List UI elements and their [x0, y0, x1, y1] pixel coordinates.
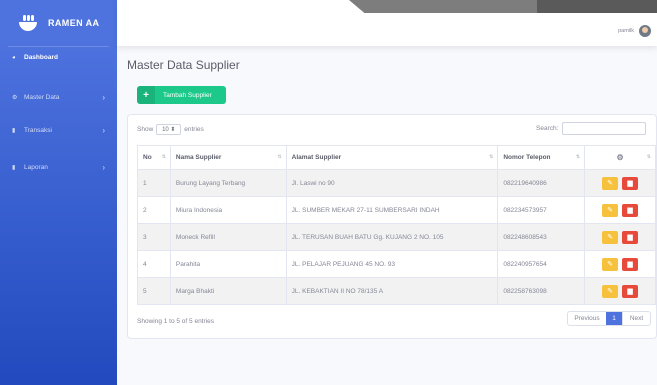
avatar: [639, 25, 651, 37]
user-name: pamilk: [618, 28, 634, 34]
cell-no: 5: [137, 277, 171, 305]
edit-icon: ✎: [607, 288, 613, 295]
table-row: 5 Marga Bhakti JL. KEBAKTIAN II NO 78/13…: [137, 277, 656, 305]
table-info: Showing 1 to 5 of 5 entries: [137, 318, 214, 325]
edit-button[interactable]: ✎: [602, 257, 619, 271]
column-header-nama[interactable]: Nama Supplier ⇅: [169, 145, 287, 170]
cell-nama: Miura Indonesia: [169, 196, 287, 224]
edit-icon: ✎: [607, 261, 613, 268]
cell-alamat: Jl. Laswi no 90: [285, 169, 499, 197]
trash-icon: ▆: [627, 261, 633, 268]
chart-icon: ▮: [12, 128, 16, 134]
delete-button[interactable]: ▆: [622, 284, 639, 298]
column-header-telepon[interactable]: Nomor Telepon ⇅: [497, 145, 586, 170]
cell-actions: ✎ ▆: [584, 250, 656, 278]
cell-telepon: 082240957654: [497, 250, 586, 278]
cell-telepon: 082248608543: [497, 223, 586, 251]
cell-nama: Parahita: [169, 250, 287, 278]
trash-icon: ▆: [627, 207, 633, 214]
cell-nama: Marga Bhakti: [169, 277, 287, 305]
delete-button[interactable]: ▆: [622, 257, 639, 271]
topbar: pamilk: [117, 0, 657, 46]
dashboard-icon: ◕: [12, 54, 16, 61]
edit-button[interactable]: ✎: [602, 176, 619, 190]
gears-icon: ⚙: [616, 153, 624, 162]
cell-telepon: 082258763098: [497, 277, 586, 305]
sidebar-item-transaksi[interactable]: ▮ Transaksi ›: [0, 126, 117, 135]
cell-alamat: JL. TERUSAN BUAH BATU Gg. KUJANG 2 NO. 1…: [285, 223, 499, 251]
pagination: Previous 1 Next: [567, 311, 651, 326]
show-label: Show: [137, 126, 154, 133]
cell-no: 4: [137, 250, 171, 278]
plus-icon: +: [137, 86, 155, 104]
chart-icon: ▮: [12, 165, 16, 171]
next-page-button[interactable]: Next: [622, 312, 650, 325]
sidebar-item-laporan[interactable]: ▮ Laporan ›: [0, 163, 117, 172]
column-header-actions[interactable]: ⚙ ⇅: [584, 145, 656, 170]
gear-icon: ⚙: [12, 95, 18, 101]
trash-icon: ▆: [627, 288, 633, 295]
trash-icon: ▆: [627, 234, 633, 241]
edit-button[interactable]: ✎: [602, 203, 619, 217]
cell-nama: Burung Layang Terbang: [169, 169, 287, 197]
edit-icon: ✎: [607, 207, 613, 214]
edit-button[interactable]: ✎: [602, 230, 619, 244]
chevron-right-icon: ›: [102, 93, 105, 102]
brand[interactable]: RAMEN AA: [0, 0, 117, 46]
column-header-no[interactable]: No ⇅: [137, 145, 171, 170]
search-input[interactable]: [562, 122, 647, 135]
sidebar-item-label: Laporan: [24, 164, 48, 171]
entries-label: entries: [184, 126, 204, 133]
column-header-alamat[interactable]: Alamat Supplier ⇅: [285, 145, 499, 170]
entries-length-control: Show 10 ⬍ entries: [137, 124, 204, 135]
sidebar: RAMEN AA ◕ Dashboard ⚙ Master Data › ▮ T…: [0, 0, 117, 385]
cell-alamat: JL. PELAJAR PEJUANG 45 NO. 93: [285, 250, 499, 278]
cell-actions: ✎ ▆: [584, 223, 656, 251]
sidebar-item-label: Master Data: [24, 94, 60, 101]
delete-button[interactable]: ▆: [622, 230, 639, 244]
sidebar-item-dashboard[interactable]: ◕ Dashboard: [0, 54, 117, 61]
previous-page-button[interactable]: Previous: [568, 312, 606, 325]
supplier-table: No ⇅ Nama Supplier ⇅ Alamat Supplier ⇅ Nomo…: [137, 145, 656, 305]
delete-button[interactable]: ▆: [622, 203, 639, 217]
search-label: Search:: [536, 125, 559, 132]
table-row: 2 Miura Indonesia JL. SUMBER MEKAR 27-11…: [137, 196, 656, 224]
cell-no: 2: [137, 196, 171, 224]
cell-alamat: JL. SUMBER MEKAR 27-11 SUMBERSARI INDAH: [285, 196, 499, 224]
cell-actions: ✎ ▆: [584, 277, 656, 305]
cell-telepon: 082219640986: [497, 169, 586, 197]
page-title: Master Data Supplier: [127, 58, 240, 72]
sidebar-item-label: Dashboard: [24, 54, 58, 61]
cell-no: 1: [137, 169, 171, 197]
sidebar-item-master-data[interactable]: ⚙ Master Data ›: [0, 93, 117, 102]
edit-icon: ✎: [607, 234, 613, 241]
chevron-right-icon: ›: [102, 126, 105, 135]
edit-button[interactable]: ✎: [602, 284, 619, 298]
table-row: 4 Parahita JL. PELAJAR PEJUANG 45 NO. 93…: [137, 250, 656, 278]
cell-actions: ✎ ▆: [584, 196, 656, 224]
add-supplier-label: Tambah Supplier: [163, 91, 212, 99]
topbar-decoration: [537, 0, 657, 13]
brand-name: RAMEN AA: [48, 18, 100, 28]
cell-no: 3: [137, 223, 171, 251]
sidebar-item-label: Transaksi: [24, 127, 52, 134]
table-row: 1 Burung Layang Terbang Jl. Laswi no 90 …: [137, 169, 656, 197]
table-row: 3 Moneck Refill JL. TERUSAN BUAH BATU Gg…: [137, 223, 656, 251]
ramen-bowl-icon: [18, 15, 38, 31]
user-menu[interactable]: pamilk: [618, 25, 651, 37]
table-header-row: No ⇅ Nama Supplier ⇅ Alamat Supplier ⇅ Nomo…: [137, 145, 656, 170]
trash-icon: ▆: [627, 180, 633, 187]
sidebar-divider: [8, 46, 109, 47]
cell-nama: Moneck Refill: [169, 223, 287, 251]
cell-actions: ✎ ▆: [584, 169, 656, 197]
cell-alamat: JL. KEBAKTIAN II NO 78/135 A: [285, 277, 499, 305]
add-supplier-button[interactable]: + Tambah Supplier: [137, 86, 226, 104]
page-1-button[interactable]: 1: [606, 312, 622, 325]
search-control: Search:: [536, 122, 647, 135]
chevron-right-icon: ›: [102, 163, 105, 172]
cell-telepon: 082234573957: [497, 196, 586, 224]
entries-select[interactable]: 10 ⬍: [156, 124, 182, 135]
edit-icon: ✎: [607, 180, 613, 187]
delete-button[interactable]: ▆: [622, 176, 639, 190]
